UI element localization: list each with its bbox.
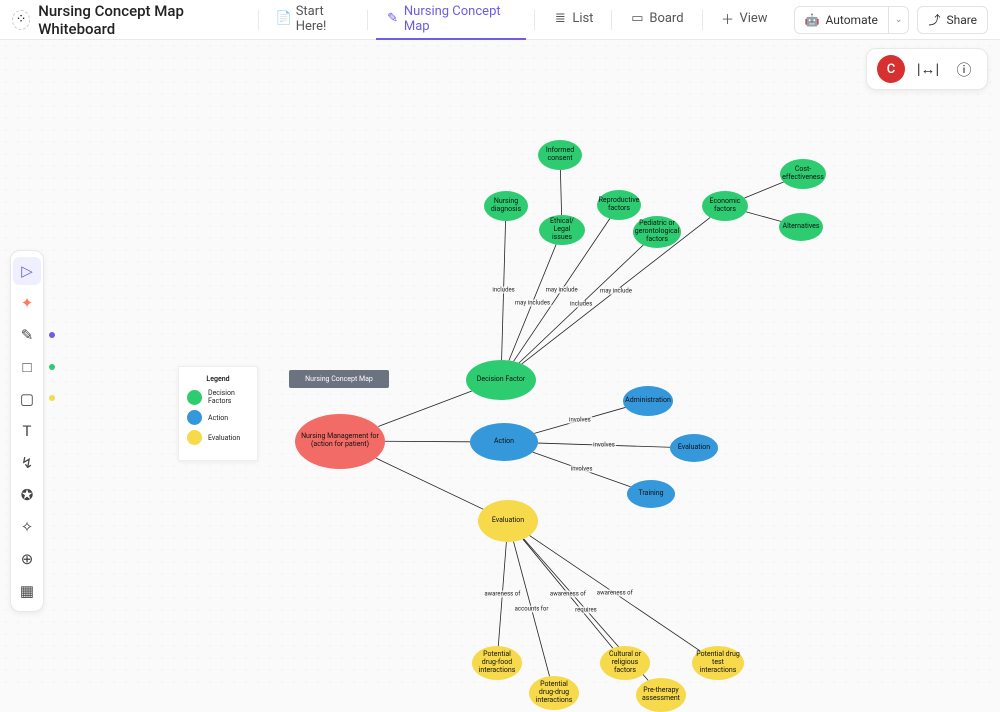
legend-row: Action bbox=[187, 410, 249, 425]
separator bbox=[534, 10, 535, 30]
automate-button[interactable]: 🤖 Automate bbox=[794, 6, 889, 34]
tab-concept-map[interactable]: ✎ Nursing Concept Map bbox=[376, 0, 526, 40]
edge-label: may includes bbox=[514, 299, 551, 306]
legend-label: Action bbox=[208, 414, 228, 422]
edge-label: requires bbox=[574, 606, 598, 613]
tool-pen[interactable]: ✎ bbox=[13, 321, 41, 349]
tab-label: Board bbox=[649, 11, 683, 26]
canvas-controls: C |↔| ⓘ bbox=[866, 48, 988, 90]
share-icon: ⤴ bbox=[928, 11, 940, 28]
node-pg[interactable]: Pediatric or gerontological factors bbox=[633, 216, 681, 248]
pen-color-dot bbox=[49, 332, 55, 338]
share-label: Share bbox=[946, 13, 977, 27]
tab-start-here[interactable]: 📄 Start Here! bbox=[267, 0, 360, 40]
chevron-down-icon: ⌄ bbox=[895, 15, 903, 25]
tab-label: List bbox=[572, 11, 593, 26]
edge-label: involves bbox=[592, 442, 616, 449]
node-pt[interactable]: Pre-therapy assessment bbox=[636, 678, 686, 712]
legend-swatch bbox=[187, 430, 202, 445]
tool-select[interactable]: ▷ bbox=[13, 257, 41, 285]
node-ce[interactable]: Cost-effectiveness bbox=[780, 159, 826, 189]
separator bbox=[258, 10, 259, 30]
separator bbox=[611, 10, 612, 30]
node-df[interactable]: Decision Factor bbox=[466, 360, 536, 400]
map-title-chip[interactable]: Nursing Concept Map bbox=[289, 370, 389, 388]
node-root[interactable]: Nursing Management for (action for patie… bbox=[295, 414, 385, 469]
workspace-icon[interactable]: ⁘ bbox=[12, 10, 30, 30]
note-color-dot bbox=[49, 395, 55, 401]
tab-board[interactable]: ▭ Board bbox=[620, 0, 693, 40]
legend-row: Evaluation bbox=[187, 430, 249, 445]
node-evb[interactable]: Evaluation bbox=[670, 434, 718, 462]
drawing-toolbar: ▷ ✦ ✎ □ ▢ T ↯ ✪ ✧ ⊕ ▦ bbox=[10, 250, 44, 612]
node-act[interactable]: Action bbox=[470, 423, 538, 461]
tab-label: View bbox=[739, 11, 767, 26]
automate-group: 🤖 Automate ⌄ bbox=[794, 6, 910, 34]
tool-shape[interactable]: □ bbox=[13, 353, 41, 381]
plus-icon: ＋ bbox=[720, 12, 734, 26]
legend-label: Evaluation bbox=[208, 434, 240, 442]
robot-icon: 🤖 bbox=[805, 13, 820, 27]
node-eval[interactable]: Evaluation bbox=[478, 500, 538, 542]
node-dtest[interactable]: Potential drug test interactions bbox=[692, 646, 744, 680]
tool-magic[interactable]: ✧ bbox=[13, 513, 41, 541]
node-ef[interactable]: Economic factors bbox=[702, 191, 748, 221]
legend-swatch bbox=[187, 410, 202, 425]
tool-text[interactable]: T bbox=[13, 417, 41, 445]
node-ddrug[interactable]: Potential drug-drug interactions bbox=[529, 676, 579, 710]
node-el[interactable]: Ethical/ Legal issues bbox=[539, 215, 585, 245]
edge-label: awareness of bbox=[596, 590, 634, 597]
edge-label: involves bbox=[570, 466, 594, 473]
whiteboard-canvas[interactable]: C |↔| ⓘ ▷ ✦ ✎ □ ▢ T ↯ ✪ ✧ ⊕ ▦ Legend Decision Fact… bbox=[0, 40, 1000, 688]
tab-label: Nursing Concept Map bbox=[404, 4, 517, 34]
tool-note[interactable]: ▢ bbox=[13, 385, 41, 413]
separator bbox=[367, 10, 368, 30]
tool-stamp[interactable]: ✪ bbox=[13, 481, 41, 509]
edge-label: includes bbox=[569, 300, 593, 307]
whiteboard-icon: ✎ bbox=[386, 12, 399, 26]
board-icon: ▭ bbox=[630, 12, 644, 26]
tab-add-view[interactable]: ＋ View bbox=[710, 0, 777, 40]
tab-label: Start Here! bbox=[296, 4, 350, 34]
tab-list[interactable]: ≣ List bbox=[543, 0, 603, 40]
node-trn[interactable]: Training bbox=[627, 480, 675, 508]
node-cr[interactable]: Cultural or religious factors bbox=[600, 646, 650, 680]
legend-box: Legend Decision Factors Action Evaluation bbox=[178, 366, 258, 461]
page-title[interactable]: Nursing Concept Map Whiteboard bbox=[38, 2, 242, 38]
automate-label: Automate bbox=[826, 13, 878, 27]
topbar: ⁘ Nursing Concept Map Whiteboard 📄 Start… bbox=[0, 0, 1000, 40]
edge-label: may include bbox=[545, 286, 579, 293]
edge-label: includes bbox=[491, 287, 515, 294]
tool-image[interactable]: ▦ bbox=[13, 577, 41, 605]
node-dfood[interactable]: Potential drug-food interactions bbox=[472, 646, 522, 680]
tool-web[interactable]: ⊕ bbox=[13, 545, 41, 573]
legend-title: Legend bbox=[187, 375, 249, 383]
node-nd[interactable]: Nursing diagnosis bbox=[484, 191, 528, 221]
node-ic[interactable]: Informed consent bbox=[538, 140, 582, 170]
node-alt[interactable]: Alternatives bbox=[779, 213, 823, 241]
edge-label: awareness of bbox=[483, 590, 521, 597]
edge-label: accounts for bbox=[514, 605, 550, 612]
legend-swatch bbox=[187, 390, 202, 405]
list-icon: ≣ bbox=[553, 12, 567, 26]
legend-row: Decision Factors bbox=[187, 389, 249, 405]
node-rf[interactable]: Reproductive factors bbox=[597, 190, 641, 220]
separator bbox=[702, 10, 703, 30]
edge-label: involves bbox=[568, 417, 592, 424]
shape-color-dot bbox=[49, 364, 55, 370]
edge-label: awareness of bbox=[549, 590, 587, 597]
avatar[interactable]: C bbox=[877, 55, 905, 83]
share-button[interactable]: ⤴ Share bbox=[917, 6, 988, 34]
legend-label: Decision Factors bbox=[208, 389, 249, 405]
doc-icon: 📄 bbox=[277, 12, 291, 26]
node-adm[interactable]: Administration bbox=[623, 386, 673, 416]
info-icon[interactable]: ⓘ bbox=[951, 56, 977, 82]
tool-connect[interactable]: ↯ bbox=[13, 449, 41, 477]
fit-width-icon[interactable]: |↔| bbox=[915, 56, 941, 82]
automate-dropdown[interactable]: ⌄ bbox=[889, 6, 910, 34]
edge-label: may include bbox=[599, 287, 633, 294]
tool-ai[interactable]: ✦ bbox=[13, 289, 41, 317]
